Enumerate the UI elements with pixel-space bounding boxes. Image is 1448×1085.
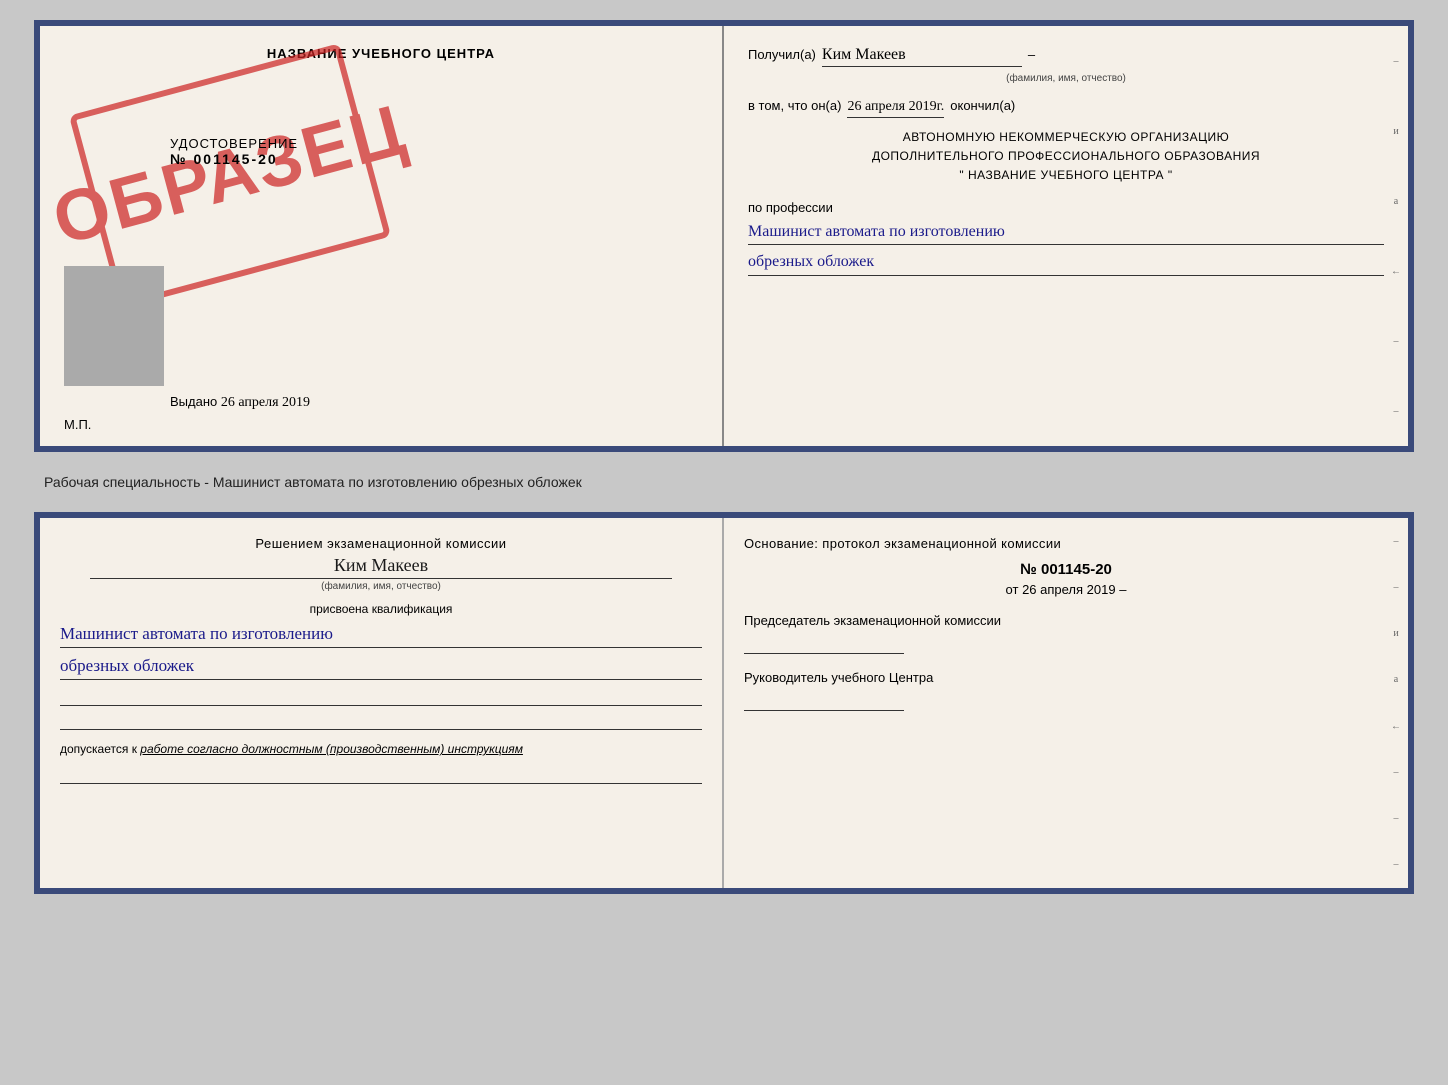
rukovoditel-label: Руководитель учебного Центра	[744, 670, 1388, 685]
vtom-label: в том, что он(а)	[748, 98, 841, 113]
org-line3: " НАЗВАНИЕ УЧЕБНОГО ЦЕНТРА "	[748, 166, 1384, 185]
vtom-line: в том, что он(а) 26 апреля 2019г. окончи…	[748, 98, 1384, 118]
top-doc-right: Получил(а) Ким Макеев – (фамилия, имя, о…	[724, 26, 1408, 446]
poluchil-line: Получил(а) Ким Макеев –	[748, 46, 1384, 67]
vydano-line: Выдано 26 апреля 2019	[170, 394, 310, 411]
org-block: АВТОНОМНУЮ НЕКОММЕРЧЕСКУЮ ОРГАНИЗАЦИЮ ДО…	[748, 128, 1384, 186]
vydano-date: 26 апреля 2019	[221, 395, 310, 410]
top-doc-left: НАЗВАНИЕ УЧЕБНОГО ЦЕНТРА ОБРАЗЕЦ УДОСТОВ…	[40, 26, 724, 446]
prisvoena-label: присвоена квалификация	[60, 602, 702, 616]
vydano-label: Выдано	[170, 394, 217, 409]
fio-underline	[90, 578, 672, 579]
profession-line1-top: Машинист автомата по изготовлению	[748, 219, 1384, 246]
dash-after-name: –	[1028, 47, 1035, 62]
vtom-date: 26 апреля 2019г.	[847, 99, 944, 118]
profession-line1-bottom: Машинист автомата по изготовлению	[60, 620, 702, 648]
resheniem-label: Решением экзаменационной комиссии	[60, 536, 702, 551]
dopuskaetsya-text: работе согласно должностным (производств…	[140, 742, 523, 756]
top-document: НАЗВАНИЕ УЧЕБНОГО ЦЕНТРА ОБРАЗЕЦ УДОСТОВ…	[34, 20, 1414, 452]
udostoverenie-num: № 001145-20	[170, 151, 298, 167]
osnovanie-label: Основание: протокол экзаменационной коми…	[744, 536, 1061, 551]
rukovoditel-block: Руководитель учебного Центра	[744, 670, 1388, 711]
poluchil-label: Получил(а)	[748, 47, 816, 62]
right-edge-marks: – и а ← – –	[1386, 26, 1406, 446]
proto-num: № 001145-20	[744, 561, 1388, 578]
proto-date: от 26 апреля 2019 –	[744, 582, 1388, 597]
fio-hint-top: (фамилия, имя, отчество)	[748, 73, 1384, 84]
proto-date-value: 26 апреля 2019	[1022, 582, 1116, 597]
mp-label: М.П.	[64, 417, 91, 432]
osnovanie-block: Основание: протокол экзаменационной коми…	[744, 536, 1388, 551]
fio-hint-bottom: (фамилия, имя, отчество)	[60, 581, 702, 592]
blank-line-2	[60, 708, 702, 730]
predsedatel-label: Председатель экзаменационной комиссии	[744, 613, 1388, 628]
po-professii-label: по профессии	[748, 200, 1384, 215]
bottom-document: Решением экзаменационной комиссии Ким Ма…	[34, 512, 1414, 894]
rukovoditel-sign-line	[744, 689, 904, 711]
proto-ot-label: от	[1006, 582, 1019, 597]
bottom-doc-right: Основание: протокол экзаменационной коми…	[724, 518, 1408, 888]
bottom-fio-name: Ким Макеев	[60, 555, 702, 576]
udostoverenie-block: УДОСТОВЕРЕНИЕ № 001145-20	[170, 136, 298, 167]
org-line2: ДОПОЛНИТЕЛЬНОГО ПРОФЕССИОНАЛЬНОГО ОБРАЗО…	[748, 147, 1384, 166]
okonchil-label: окончил(а)	[950, 98, 1015, 113]
stamp-text: ОБРАЗЕЦ	[48, 100, 413, 253]
dopuskaetsya-line: допускается к работе согласно должностны…	[60, 742, 702, 756]
bottom-doc-left: Решением экзаменационной комиссии Ким Ма…	[40, 518, 724, 888]
org-line1: АВТОНОМНУЮ НЕКОММЕРЧЕСКУЮ ОРГАНИЗАЦИЮ	[748, 128, 1384, 147]
udostoverenie-label: УДОСТОВЕРЕНИЕ	[170, 136, 298, 151]
predsedatel-sign-line	[744, 632, 904, 654]
poluchil-name: Ким Макеев	[822, 46, 1022, 67]
profession-line2-top: обрезных обложек	[748, 249, 1384, 276]
blank-line-1	[60, 684, 702, 706]
spec-description: Рабочая специальность - Машинист автомат…	[34, 470, 1414, 494]
bottom-right-edge-marks: – – и а ← – – –	[1386, 518, 1406, 888]
profession-line2-bottom: обрезных обложек	[60, 652, 702, 680]
dopuskaetsya-label: допускается к	[60, 742, 137, 756]
blank-line-3	[60, 762, 702, 784]
photo-placeholder	[64, 266, 164, 386]
school-name-top: НАЗВАНИЕ УЧЕБНОГО ЦЕНТРА	[64, 46, 698, 61]
chairman-block: Председатель экзаменационной комиссии	[744, 613, 1388, 654]
